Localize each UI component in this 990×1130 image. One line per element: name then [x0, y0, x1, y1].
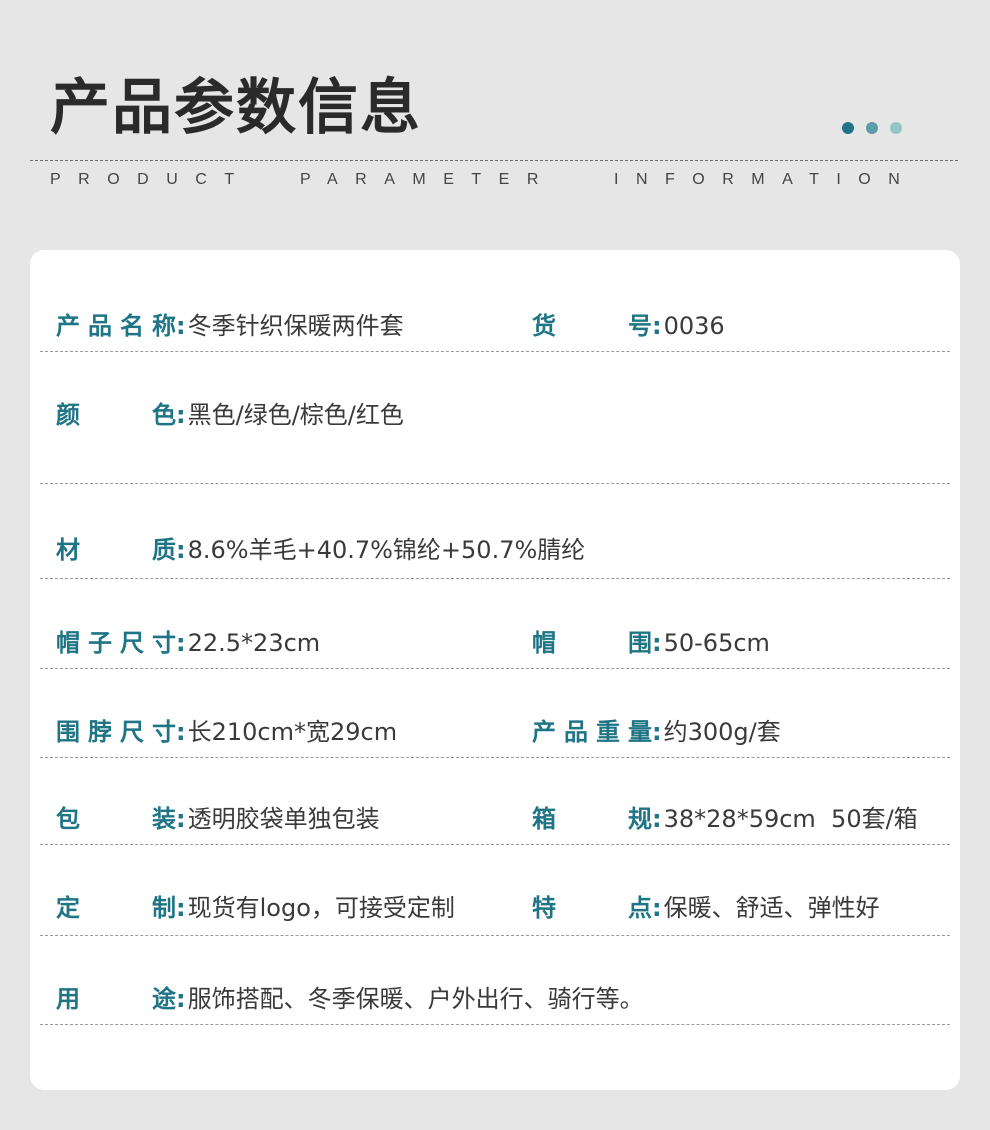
field-label: 材质	[56, 536, 176, 564]
field-label: 包装	[56, 805, 176, 833]
field-label: 颜色	[56, 401, 176, 429]
field-label: 定制	[56, 894, 176, 922]
subtitle-word-product: PRODUCT	[50, 171, 252, 188]
param-row: 包装 : 透明胶袋单独包装 箱规 : 38*28*59cm 50套/箱	[40, 757, 950, 845]
param-field: 用途 : 服饰搭配、冬季保暖、户外出行、骑行等。	[56, 985, 644, 1013]
param-field: 箱规 : 38*28*59cm 50套/箱	[532, 805, 918, 833]
field-value: 透明胶袋单独包装	[187, 805, 380, 833]
dot-icon	[890, 122, 902, 134]
param-row: 产品名称 : 冬季针织保暖两件套 货号 : 0036	[40, 250, 950, 352]
field-value: 冬季针织保暖两件套	[187, 312, 404, 340]
param-field: 特点 : 保暖、舒适、弹性好	[532, 894, 880, 922]
field-value: 约300g/套	[663, 718, 781, 746]
field-label: 产品名称	[56, 312, 176, 340]
param-field: 产品名称 : 冬季针织保暖两件套	[56, 312, 404, 340]
param-row: 材质 : 8.6%羊毛+40.7%锦纶+50.7%腈纶	[40, 483, 950, 579]
field-label: 特点	[532, 894, 652, 922]
field-label: 箱规	[532, 805, 652, 833]
field-value: 22.5*23cm	[187, 629, 321, 657]
page-title: 产品参数信息	[50, 73, 422, 143]
param-row: 围脖尺寸 : 长210cm*宽29cm 产品重量 : 约300g/套	[40, 668, 950, 758]
param-field: 帽围 : 50-65cm	[532, 629, 770, 657]
field-value: 黑色/绿色/棕色/红色	[187, 401, 404, 429]
field-value: 现货有logo，可接受定制	[187, 894, 455, 922]
dot-icon	[866, 122, 878, 134]
subtitle-word-parameter: PARAMETER	[300, 171, 556, 188]
dot-icon	[842, 122, 854, 134]
param-field: 材质 : 8.6%羊毛+40.7%锦纶+50.7%腈纶	[56, 536, 586, 564]
field-value: 38*28*59cm 50套/箱	[663, 805, 918, 833]
field-value: 0036	[663, 312, 725, 340]
param-field: 产品重量 : 约300g/套	[532, 718, 781, 746]
field-value: 8.6%羊毛+40.7%锦纶+50.7%腈纶	[187, 536, 586, 564]
param-field: 围脖尺寸 : 长210cm*宽29cm	[56, 718, 398, 746]
header-divider	[30, 160, 958, 161]
param-field: 定制 : 现货有logo，可接受定制	[56, 894, 455, 922]
param-row: 帽子尺寸 : 22.5*23cm 帽围 : 50-65cm	[40, 578, 950, 669]
field-label: 用途	[56, 985, 176, 1013]
field-label: 帽子尺寸	[56, 629, 176, 657]
param-row: 定制 : 现货有logo，可接受定制 特点 : 保暖、舒适、弹性好	[40, 844, 950, 936]
header-subtitle: PRODUCT PARAMETER INFORMATION	[50, 171, 950, 191]
field-label: 围脖尺寸	[56, 718, 176, 746]
subtitle-word-information: INFORMATION	[614, 171, 918, 188]
param-row: 颜色 : 黑色/绿色/棕色/红色	[40, 351, 950, 484]
field-value: 保暖、舒适、弹性好	[663, 894, 880, 922]
field-value: 服饰搭配、冬季保暖、户外出行、骑行等。	[187, 985, 644, 1013]
field-value: 50-65cm	[663, 629, 770, 657]
field-value: 长210cm*宽29cm	[187, 718, 398, 746]
parameter-card: 产品名称 : 冬季针织保暖两件套 货号 : 0036 颜色 : 黑色/绿色/棕色…	[30, 250, 960, 1090]
param-field: 货号 : 0036	[532, 312, 725, 340]
param-field: 包装 : 透明胶袋单独包装	[56, 805, 380, 833]
field-label: 货号	[532, 312, 652, 340]
param-field: 帽子尺寸 : 22.5*23cm	[56, 629, 321, 657]
param-field: 颜色 : 黑色/绿色/棕色/红色	[56, 401, 404, 429]
field-label: 帽围	[532, 629, 652, 657]
field-label: 产品重量	[532, 718, 652, 746]
param-row: 用途 : 服饰搭配、冬季保暖、户外出行、骑行等。	[40, 935, 950, 1025]
